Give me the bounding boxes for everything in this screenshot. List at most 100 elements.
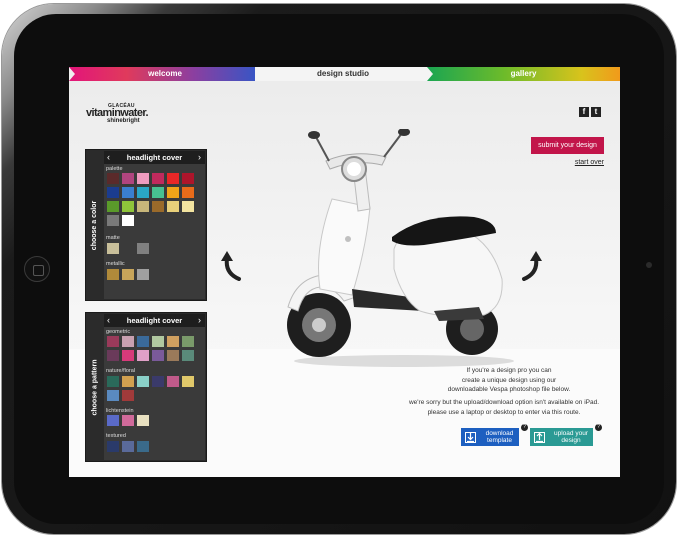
scooter-image [287,129,514,367]
pattern-swatch[interactable] [137,415,149,426]
color-swatch[interactable] [137,243,149,254]
group-label-textured: textured [106,433,126,439]
pattern-swatch[interactable] [107,376,119,387]
color-swatch[interactable] [137,187,149,198]
color-swatch[interactable] [122,173,134,184]
pattern-swatch[interactable] [152,350,164,361]
group-label-lichtenstein: lichtenstein [106,408,134,414]
pattern-swatch[interactable] [137,336,149,347]
pattern-swatch[interactable] [122,390,134,401]
pattern-swatch[interactable] [122,376,134,387]
pattern-swatch[interactable] [107,350,119,361]
pattern-swatch[interactable] [152,336,164,347]
pattern-panel-body: ‹ headlight cover › geometric nature/flo… [104,314,205,460]
color-panel-body: ‹ headlight cover › palette matte metall… [104,151,205,299]
pattern-panel-header: ‹ headlight cover › [104,314,205,327]
color-swatch[interactable] [152,201,164,212]
chevron-left-icon[interactable]: ‹ [107,314,110,327]
pattern-swatch[interactable] [122,415,134,426]
color-swatch[interactable] [107,215,119,226]
chevron-right-icon[interactable]: › [198,314,201,327]
pattern-swatch[interactable] [122,336,134,347]
camera-dot [646,262,652,268]
chevron-right-icon[interactable]: › [198,151,201,164]
pattern-swatch[interactable] [167,350,179,361]
info-line: we're sorry but the upload/download opti… [408,399,600,406]
pattern-swatch[interactable] [182,376,194,387]
color-swatch[interactable] [122,187,134,198]
tab-design-studio[interactable]: design studio [255,67,431,81]
color-panel-header: ‹ headlight cover › [104,151,205,164]
info-line: downloadable Vespa photoshop file below. [447,386,571,393]
design-stage: GLACÉAU vitaminwater. shinebright f t su… [69,81,620,477]
info-line: If you're a design pro you can [466,367,552,374]
color-swatch[interactable] [107,173,119,184]
download-template-button[interactable]: download template [461,428,519,446]
submit-design-button[interactable]: submit your design [531,137,604,154]
chevron-left-icon[interactable]: ‹ [107,151,110,164]
pattern-swatch[interactable] [167,376,179,387]
color-swatch[interactable] [122,269,134,280]
pattern-swatch[interactable] [137,441,149,452]
color-swatch[interactable] [167,173,179,184]
help-icon[interactable]: ? [595,424,602,431]
color-swatch[interactable] [137,201,149,212]
ipad-notice-text: we're sorry but the upload/download opti… [389,398,619,417]
twitter-icon[interactable]: t [591,107,601,117]
pattern-swatch[interactable] [137,376,149,387]
info-line: please use a laptop or desktop to enter … [427,408,581,416]
upload-label: design [561,437,581,444]
pattern-swatch[interactable] [182,336,194,347]
color-swatch[interactable] [107,201,119,212]
color-swatch[interactable] [167,201,179,212]
social-links: f t [579,107,601,117]
group-label-matte: matte [106,235,120,241]
color-swatch[interactable] [107,187,119,198]
color-swatch[interactable] [182,173,194,184]
top-nav: welcome design studio gallery [69,67,620,81]
pattern-swatch[interactable] [107,415,119,426]
color-swatch[interactable] [107,269,119,280]
pattern-swatch[interactable] [122,441,134,452]
color-swatch[interactable] [137,269,149,280]
pattern-panel-title: headlight cover [126,316,183,325]
rotate-left-arrow-icon[interactable] [221,251,243,281]
help-icon[interactable]: ? [521,424,528,431]
color-swatch[interactable] [122,201,134,212]
color-swatch[interactable] [107,243,119,254]
pattern-swatch[interactable] [107,390,119,401]
color-swatch[interactable] [122,215,134,226]
color-swatch[interactable] [167,187,179,198]
download-label: download [485,430,514,437]
pattern-swatch[interactable] [167,336,179,347]
info-line: create a unique design using our [461,376,557,384]
group-label-nature-floral: nature/floral [106,368,136,374]
tab-gallery[interactable]: gallery [427,67,620,81]
group-label-geometric: geometric [106,329,131,335]
color-swatch[interactable] [137,173,149,184]
download-icon [465,431,476,443]
pattern-swatch[interactable] [107,336,119,347]
tab-welcome[interactable]: welcome [69,67,261,81]
upload-label: upload your [554,430,588,437]
color-swatch[interactable] [182,187,194,198]
color-swatch[interactable] [182,201,194,212]
color-panel: choose a color ‹ headlight cover › palet… [85,149,207,301]
color-swatch[interactable] [122,243,134,254]
color-swatch[interactable] [152,187,164,198]
start-over-link[interactable]: start over [572,159,604,166]
design-pro-text: If you're a design pro you can create a … [399,366,619,395]
pattern-panel-side-label: choose a pattern [86,313,103,461]
pattern-swatch[interactable] [107,441,119,452]
pattern-swatch[interactable] [182,350,194,361]
rotate-right-arrow-icon[interactable] [520,251,542,281]
pattern-swatch[interactable] [137,350,149,361]
facebook-icon[interactable]: f [579,107,589,117]
upload-design-button[interactable]: upload your design [530,428,593,446]
home-button-icon[interactable] [24,256,50,282]
pattern-swatch[interactable] [122,350,134,361]
pattern-panel: choose a pattern ‹ headlight cover › geo… [85,312,207,462]
color-swatch[interactable] [152,173,164,184]
pattern-swatch[interactable] [152,376,164,387]
app-screen: welcome design studio gallery GLACÉAU vi… [69,67,620,477]
